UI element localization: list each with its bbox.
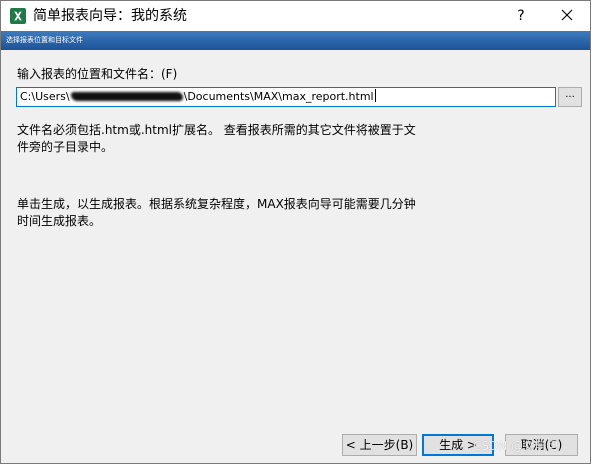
report-path-input[interactable]: C:\Users\ \Documents\MAX\max_report.html: [16, 87, 556, 107]
close-icon: [561, 9, 573, 21]
path-prefix: C:\Users\: [20, 90, 70, 103]
cancel-button[interactable]: 取消(C): [505, 434, 578, 456]
extension-note: 文件名必须包括.htm或.html扩展名。 查看报表所需的其它文件将被置于文件旁…: [17, 123, 416, 154]
path-suffix: \Documents\MAX\max_report.html: [183, 90, 374, 103]
path-label: 输入报表的位置和文件名：(F): [17, 67, 178, 81]
close-button[interactable]: [544, 1, 590, 31]
step-title: 选择报表位置和目标文件: [6, 36, 83, 44]
generate-button[interactable]: 生成 >: [422, 434, 494, 456]
report-wizard-window: 简单报表向导：我的系统 ? 选择报表位置和目标文件 输入报表的位置和文件名：(F…: [0, 0, 591, 464]
browse-button[interactable]: ...: [558, 87, 582, 107]
window-title: 简单报表向导：我的系统: [33, 8, 187, 24]
text-caret: [374, 89, 376, 102]
excel-x-icon: [10, 8, 26, 24]
generate-note: 单击生成，以生成报表。根据系统复杂程度，MAX报表向导可能需要几分钟时间生成报表…: [17, 197, 416, 228]
step-banner: 选择报表位置和目标文件: [1, 31, 590, 50]
back-button[interactable]: < 上一步(B): [342, 434, 417, 456]
redacted-username: [70, 92, 183, 101]
title-bar: 简单报表向导：我的系统 ?: [1, 1, 590, 31]
help-button[interactable]: ?: [498, 1, 544, 31]
